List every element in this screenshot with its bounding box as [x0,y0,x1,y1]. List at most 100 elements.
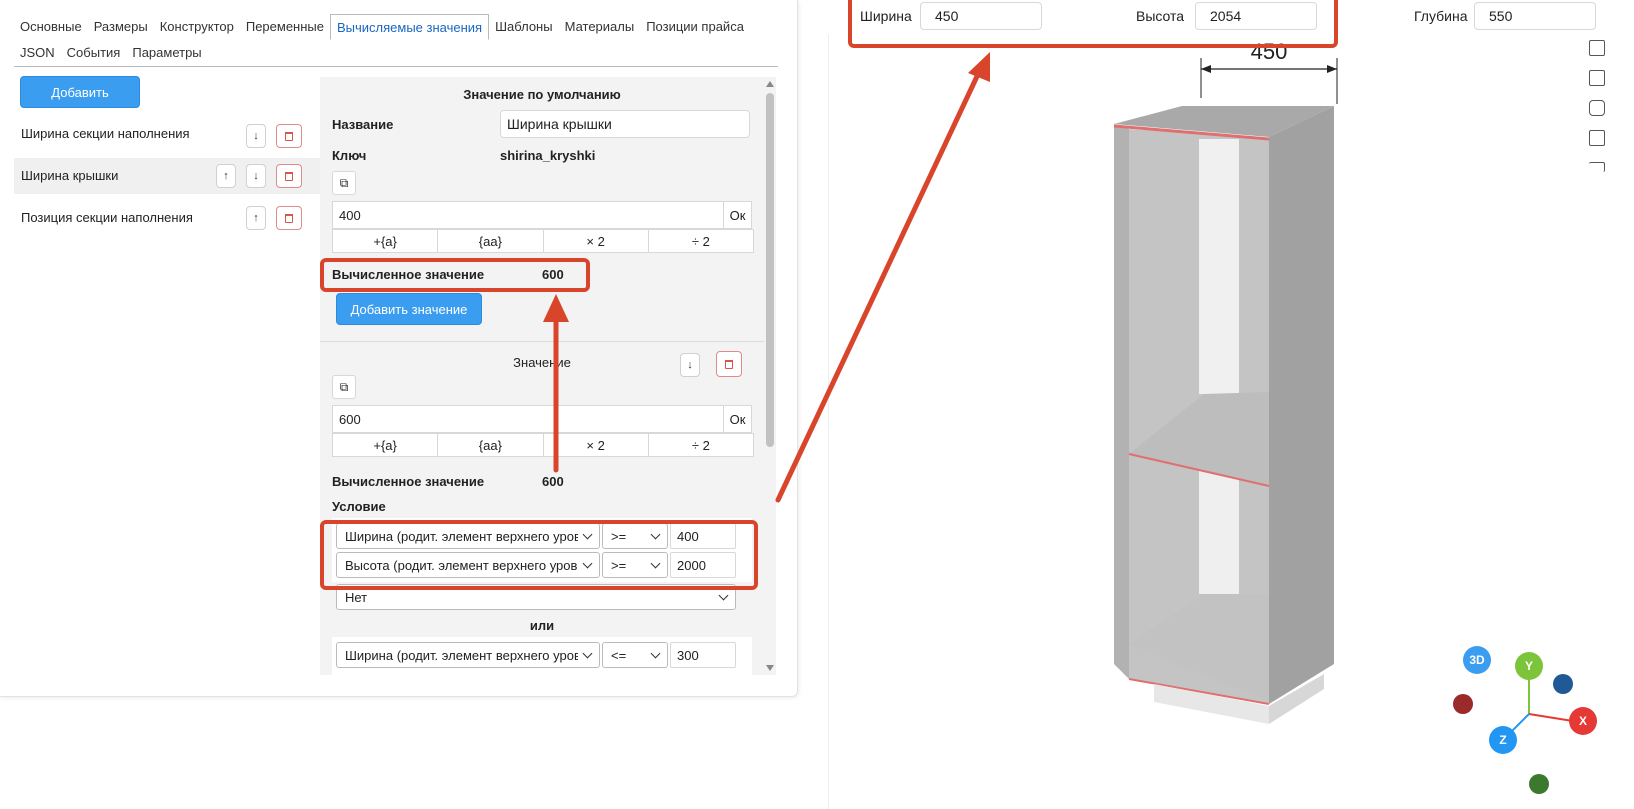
condition-field-select[interactable]: Высота (родит. элемент верхнего уровня) [336,552,600,578]
logic-select[interactable]: Нет [336,584,736,610]
tab-templates[interactable]: Шаблоны [489,14,559,40]
condition-operator-select[interactable]: >= [602,552,668,578]
computed-label: Вычисленное значение [332,474,485,489]
tab-main[interactable]: Основные [14,14,88,40]
axis-z-button[interactable]: Z [1489,726,1517,754]
delete-button[interactable] [716,351,742,377]
list-item-label: Ширина крышки [21,168,119,183]
scroll-up-icon[interactable] [766,81,774,87]
list-item[interactable]: Ширина крышки ↑ ↓ [14,158,320,194]
op-multiply-button[interactable]: × 2 [542,229,649,253]
list-item[interactable]: Ширина секции наполнения ↓ [14,116,320,152]
image-icon[interactable] [1589,130,1605,146]
operator-buttons: +{a} {aa} × 2 ÷ 2 [332,229,754,253]
chevron-down-icon [718,590,729,600]
add-button[interactable]: Добавить [20,76,140,108]
editor-panel: Основные Размеры Конструктор Переменные … [0,0,798,697]
dimension-text: 450 [1251,39,1288,64]
key-label: Ключ [332,148,367,163]
tab-price-positions[interactable]: Позиции прайса [640,14,750,40]
dimensions-bar: Ширина 450 Высота 2054 Глубина 550 [828,0,1634,34]
scroll-down-icon[interactable] [766,665,774,671]
op-divide-button[interactable]: ÷ 2 [647,229,754,253]
tab-variables[interactable]: Переменные [240,14,330,40]
chevron-down-icon [582,529,593,539]
chevron-down-icon [650,558,661,568]
tab-bar: Основные Размеры Конструктор Переменные … [14,14,778,67]
tab-materials[interactable]: Материалы [559,14,641,40]
delete-button[interactable] [276,164,302,188]
view-side-icon[interactable] [1589,70,1605,86]
external-link-icon: ⧉ [339,175,349,190]
axis-neg-x-dot[interactable] [1553,674,1573,694]
axis-x-button[interactable]: X [1569,707,1597,735]
expression-input[interactable]: 600 [332,405,724,433]
op-add-var-button[interactable]: +{a} [332,229,439,253]
trash-icon [285,213,293,223]
delete-button[interactable] [276,124,302,148]
open-external-button[interactable]: ⧉ [332,375,356,399]
height-input[interactable]: 2054 [1195,2,1317,30]
trash-icon [285,171,293,181]
delete-button[interactable] [276,206,302,230]
condition-label: Условие [332,499,386,514]
tab-constructor[interactable]: Конструктор [154,14,240,40]
move-down-button[interactable]: ↓ [246,164,266,188]
axis-y-button[interactable]: Y [1515,652,1543,680]
name-input[interactable]: Ширина крышки [500,110,750,138]
move-down-button[interactable]: ↓ [246,124,266,148]
add-value-button[interactable]: Добавить значение [336,293,482,325]
list-item[interactable]: Позиция секции наполнения ↑ [14,200,320,236]
op-var-button[interactable]: {aa} [437,433,544,457]
camera-icon[interactable] [1589,100,1605,116]
condition-field-value: Высота (родит. элемент верхнего уровня) [345,557,578,573]
axis-neg-y-dot[interactable] [1529,774,1549,794]
condition-value-input[interactable]: 300 [670,642,736,668]
ok-button[interactable]: Ок [723,405,752,433]
move-down-button[interactable]: ↓ [680,353,700,377]
dimension-tool-icon[interactable] [1589,162,1605,172]
op-add-var-button[interactable]: +{a} [332,433,439,457]
or-label: или [529,618,555,633]
divider [320,341,764,342]
depth-input[interactable]: 550 [1474,2,1596,30]
3d-viewport[interactable]: 450 3D Y X Z [828,34,1634,809]
tab-parameters[interactable]: Параметры [126,40,207,66]
ok-button[interactable]: Ок [723,201,752,229]
computed-value: 600 [542,267,564,282]
width-label: Ширина [860,8,912,24]
condition-value-input[interactable]: 2000 [670,552,736,578]
value-editor-column: Значение по умолчанию Название Ширина кр… [320,77,764,675]
condition-field-value: Ширина (родит. элемент верхнего уровня) [345,647,578,663]
condition-operator-select[interactable]: >= [602,523,668,549]
condition-value-input[interactable]: 400 [670,523,736,549]
condition-group: Ширина (родит. элемент верхнего уровня) … [332,637,752,675]
width-input[interactable]: 450 [920,2,1042,30]
list-item-label: Ширина секции наполнения [21,126,190,141]
tab-computed-values[interactable]: Вычисляемые значения [329,14,490,40]
scroll-thumb[interactable] [766,93,774,447]
open-external-button[interactable]: ⧉ [332,171,356,195]
scrollbar[interactable] [764,77,776,675]
move-up-button[interactable]: ↑ [246,206,266,230]
condition-operator-select[interactable]: <= [602,642,668,668]
depth-label: Глубина [1414,8,1468,24]
condition-field-select[interactable]: Ширина (родит. элемент верхнего уровня) [336,642,600,668]
condition-field-select[interactable]: Ширина (родит. элемент верхнего уровня) [336,523,600,549]
tab-sizes[interactable]: Размеры [88,14,154,40]
trash-icon [285,131,293,141]
axis-neg-z-dot[interactable] [1453,694,1473,714]
condition-field-value: Ширина (родит. элемент верхнего уровня) [345,528,578,544]
op-divide-button[interactable]: ÷ 2 [647,433,754,457]
tab-events[interactable]: События [61,40,127,66]
op-multiply-button[interactable]: × 2 [542,433,649,457]
expression-input[interactable]: 400 [332,201,724,229]
tab-json[interactable]: JSON [14,40,61,66]
view-3d-button[interactable]: 3D [1463,646,1491,674]
height-label: Высота [1136,8,1185,24]
move-up-button[interactable]: ↑ [216,164,236,188]
chevron-down-icon [650,529,661,539]
op-var-button[interactable]: {aa} [437,229,544,253]
view-front-icon[interactable] [1589,40,1605,56]
condition-operator-value: >= [611,528,627,544]
